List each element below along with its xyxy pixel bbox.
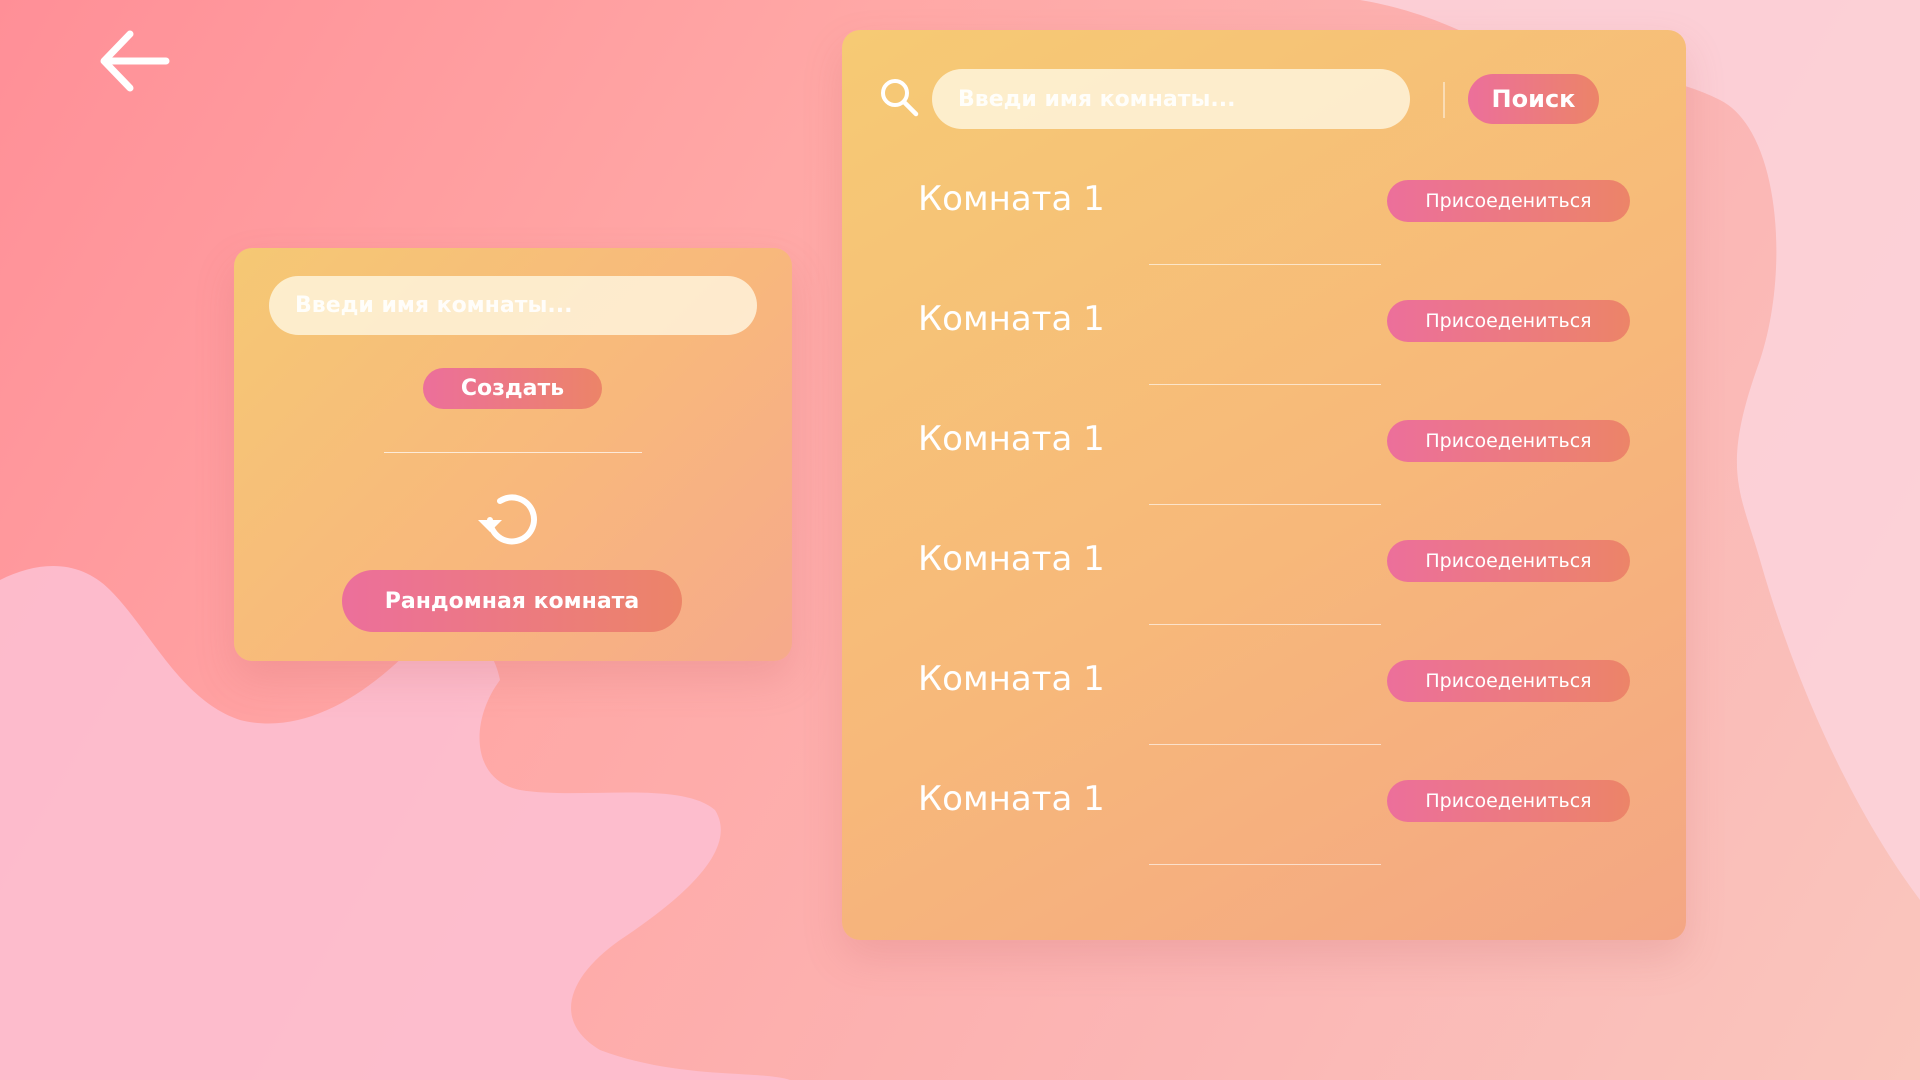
room-name: Комната 1 — [918, 179, 1105, 219]
join-button[interactable]: Присоедениться — [1387, 660, 1630, 702]
join-button[interactable]: Присоедениться — [1387, 300, 1630, 342]
room-row: Комната 1 Присоедениться — [842, 532, 1686, 652]
room-row: Комната 1 Присоедениться — [842, 652, 1686, 772]
room-name: Комната 1 — [918, 539, 1105, 579]
room-divider — [1149, 744, 1381, 745]
room-name-input[interactable] — [269, 276, 757, 335]
room-name: Комната 1 — [918, 299, 1105, 339]
search-separator — [1443, 82, 1445, 118]
search-icon — [881, 79, 919, 117]
room-name: Комната 1 — [918, 779, 1105, 819]
room-divider — [1149, 864, 1381, 865]
room-name: Комната 1 — [918, 659, 1105, 699]
rooms-list-panel: Поиск Комната 1 Присоедениться Комната 1… — [842, 30, 1686, 940]
create-button[interactable]: Создать — [423, 368, 602, 409]
create-room-panel: Создать Рандомная комната — [234, 248, 792, 661]
join-button[interactable]: Присоедениться — [1387, 420, 1630, 462]
divider — [384, 452, 642, 453]
search-input[interactable] — [932, 69, 1410, 129]
random-room-button[interactable]: Рандомная комната — [342, 570, 682, 632]
room-divider — [1149, 504, 1381, 505]
room-divider — [1149, 384, 1381, 385]
join-button[interactable]: Присоедениться — [1387, 540, 1630, 582]
join-button[interactable]: Присоедениться — [1387, 780, 1630, 822]
refresh-icon[interactable] — [474, 484, 546, 556]
room-row: Комната 1 Присоедениться — [842, 172, 1686, 292]
search-button[interactable]: Поиск — [1468, 74, 1599, 124]
room-name: Комната 1 — [918, 419, 1105, 459]
room-row: Комната 1 Присоедениться — [842, 292, 1686, 412]
room-row: Комната 1 Присоедениться — [842, 412, 1686, 532]
back-arrow-icon[interactable] — [96, 26, 176, 96]
room-row: Комната 1 Присоедениться — [842, 772, 1686, 892]
room-divider — [1149, 624, 1381, 625]
join-button[interactable]: Присоедениться — [1387, 180, 1630, 222]
room-divider — [1149, 264, 1381, 265]
